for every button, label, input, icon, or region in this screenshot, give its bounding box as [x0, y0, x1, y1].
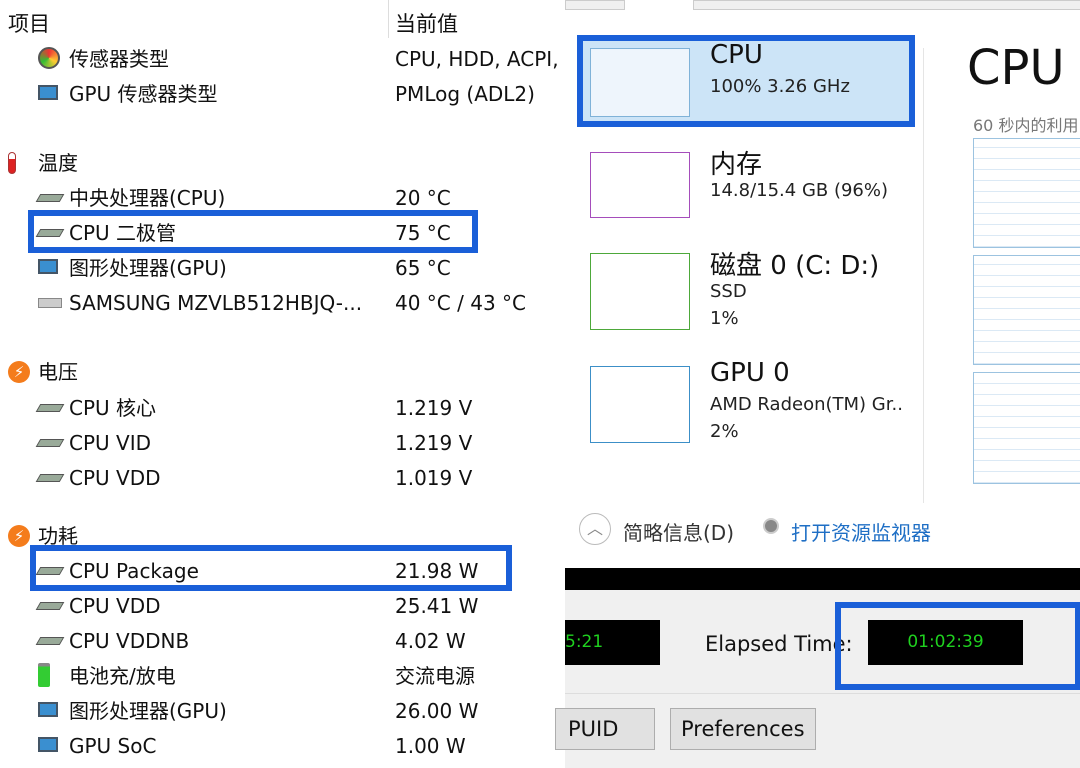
highlight-box-cpu-diode: [28, 210, 478, 253]
sensor-label: GPU 传感器类型: [69, 82, 218, 106]
tab[interactable]: [565, 0, 625, 10]
sensor-row[interactable]: CPU VDDNB 4.02 W: [0, 624, 565, 658]
section-header[interactable]: 温度: [0, 146, 565, 180]
sensor-row[interactable]: CPU VID 1.219 V: [0, 426, 565, 460]
sensor-row[interactable]: 传感器类型 CPU, HDD, ACPI,: [0, 42, 565, 76]
sensor-value: 交流电源: [395, 664, 475, 688]
card-graph-2[interactable]: [590, 253, 690, 330]
battery-icon: [38, 663, 62, 687]
sensor-value: 1.019 V: [395, 466, 473, 490]
chip-icon: [35, 632, 65, 650]
highlight-box-cpu-card: [577, 35, 915, 127]
sensor-label: CPU VDD: [69, 594, 161, 618]
highlight-box-elapsed: [835, 602, 1080, 690]
card-line2: 2%: [710, 421, 739, 442]
task-manager-performance: CPU 100% 3.26 GHz 内存 14.8/15.4 GB (96%) …: [565, 0, 1080, 568]
card-graph-1[interactable]: [590, 152, 690, 218]
cpu-graph-cell: [973, 138, 1080, 248]
section-header[interactable]: ⚡ 电压: [0, 355, 565, 389]
sensor-label: 电压: [38, 360, 78, 384]
sensor-label: CPU 核心: [69, 396, 157, 420]
card-title[interactable]: 磁盘 0 (C: D:): [710, 245, 879, 282]
detail-title: CPU: [967, 40, 1065, 96]
sensor-value: PMLog (ADL2): [395, 82, 535, 106]
column-header-item[interactable]: 项目: [8, 8, 50, 38]
column-header-value[interactable]: 当前值: [395, 8, 458, 38]
sensor-row[interactable]: GPU SoC 1.00 W: [0, 729, 565, 763]
sensor-row[interactable]: GPU 传感器类型 PMLog (ADL2): [0, 77, 565, 111]
card-line1: AMD Radeon(TM) Gr..: [710, 394, 903, 415]
sensor-value: 1.219 V: [395, 396, 473, 420]
column-divider: [388, 0, 389, 38]
chevron-up-icon[interactable]: ︿: [579, 513, 611, 545]
sensor-row[interactable]: 图形处理器(GPU) 26.00 W: [0, 694, 565, 728]
sensor-row[interactable]: 电池充/放电 交流电源: [0, 659, 565, 693]
sensor-value: 40 °C / 43 °C: [395, 291, 526, 315]
sensor-value: 65 °C: [395, 256, 451, 280]
thermometer-icon: [8, 152, 32, 174]
divider: [565, 693, 1080, 694]
start-time-display: 5:21: [565, 620, 660, 665]
monitor-icon: [38, 737, 62, 755]
sensor-label: 图形处理器(GPU): [69, 699, 227, 723]
gauge-icon: [38, 47, 62, 69]
cpu-graph-cell: [973, 255, 1080, 365]
card-line1: 14.8/15.4 GB (96%): [710, 180, 889, 201]
sensor-label: CPU VDDNB: [69, 629, 190, 653]
sensor-row[interactable]: CPU VDD 1.019 V: [0, 461, 565, 495]
sensor-label: 电池充/放电: [69, 664, 176, 688]
elapsed-time-label: Elapsed Time:: [705, 632, 853, 656]
card-graph-3[interactable]: [590, 366, 690, 443]
sensor-label: GPU SoC: [69, 734, 157, 758]
drive-icon: [38, 294, 62, 312]
sensor-label: 传感器类型: [69, 47, 169, 71]
chip-icon: [35, 469, 65, 487]
sensor-value: 1.00 W: [395, 734, 466, 758]
open-resource-monitor-link[interactable]: 打开资源监视器: [791, 517, 931, 546]
card-line1: SSD: [710, 281, 747, 302]
monitor-icon: [38, 85, 62, 103]
highlight-box-cpu-package: [30, 545, 512, 591]
sensor-value: 25.41 W: [395, 594, 479, 618]
sensor-row[interactable]: CPU VDD 25.41 W: [0, 589, 565, 623]
resource-monitor-icon: [763, 518, 779, 534]
sensor-value: CPU, HDD, ACPI,: [395, 47, 559, 71]
card-line2: 1%: [710, 308, 739, 329]
card-title[interactable]: GPU 0: [710, 358, 790, 388]
lightning-icon: ⚡: [8, 525, 32, 547]
card-title[interactable]: 内存: [710, 144, 762, 181]
sensor-row[interactable]: SAMSUNG MZVLB512HBJQ-... 40 °C / 43 °C: [0, 286, 565, 320]
fewer-details-button[interactable]: 简略信息(D): [623, 517, 734, 546]
sensor-row[interactable]: 图形处理器(GPU) 65 °C: [0, 251, 565, 285]
tab[interactable]: [693, 0, 1080, 10]
sensor-row[interactable]: CPU 核心 1.219 V: [0, 391, 565, 425]
sensor-value: 1.219 V: [395, 431, 473, 455]
chip-icon: [35, 189, 65, 207]
cpu-graph-cell: [973, 372, 1080, 484]
sensor-label: 图形处理器(GPU): [69, 256, 227, 280]
lightning-icon: ⚡: [8, 361, 32, 383]
chip-icon: [35, 597, 65, 615]
sensor-label: CPU VID: [69, 431, 152, 455]
detail-subtitle: 60 秒内的利用: [973, 116, 1079, 135]
preferences-button[interactable]: Preferences: [670, 708, 816, 750]
sensor-label: CPU VDD: [69, 466, 161, 490]
sensor-value: 4.02 W: [395, 629, 466, 653]
sensor-label: 温度: [38, 151, 78, 175]
chip-icon: [35, 399, 65, 417]
sensor-value: 26.00 W: [395, 699, 479, 723]
stress-tool-panel: 5:21 Elapsed Time: 01:02:39 PUID Prefere…: [555, 590, 1080, 768]
sensor-label: SAMSUNG MZVLB512HBJQ-...: [69, 291, 363, 315]
cpuid-button[interactable]: PUID: [555, 708, 655, 750]
monitor-icon: [38, 702, 62, 720]
chip-icon: [35, 434, 65, 452]
divider: [923, 48, 924, 503]
monitor-icon: [38, 259, 62, 277]
sensor-panel: 项目 当前值 传感器类型 CPU, HDD, ACPI, GPU 传感器类型 PMLo…: [0, 0, 565, 768]
